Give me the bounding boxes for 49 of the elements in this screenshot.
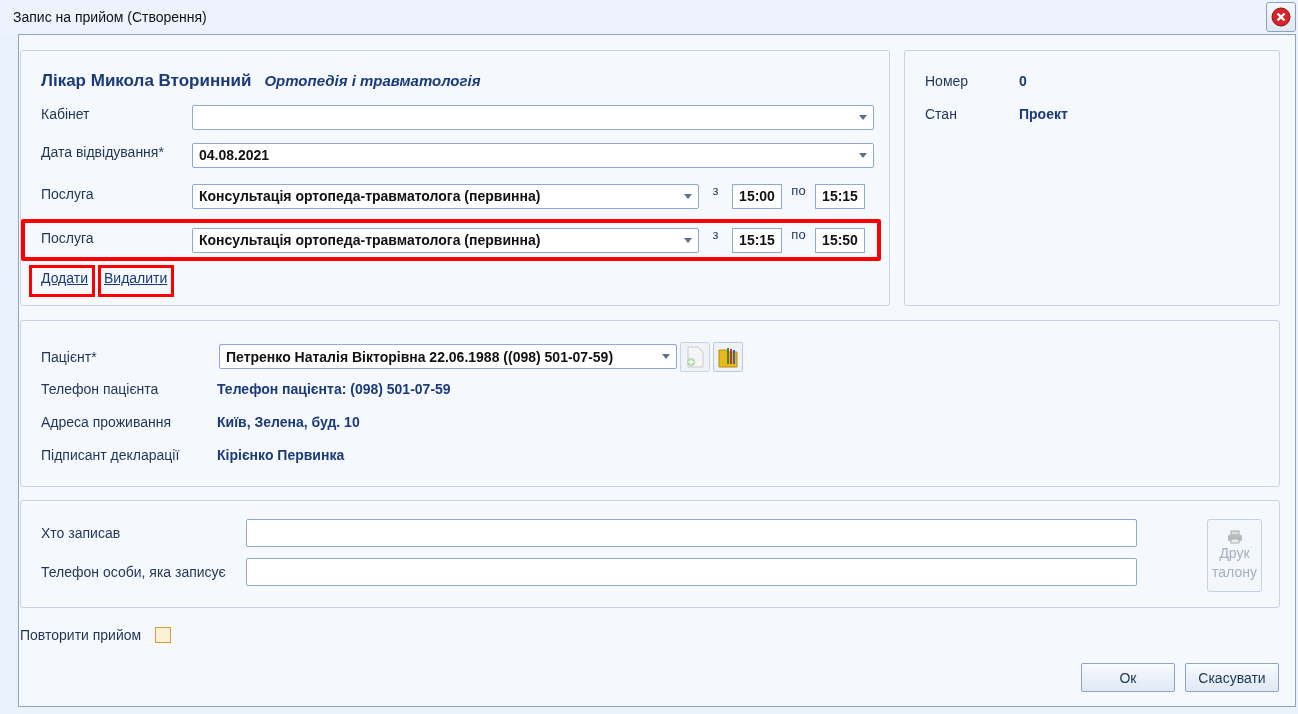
field-label: Підписант декларації: [41, 446, 181, 463]
field-value: Телефон пацієнта: (098) 501-07-59: [217, 380, 451, 397]
dropdown-field[interactable]: [192, 104, 874, 130]
folder-icon[interactable]: [713, 341, 743, 372]
cancel-button[interactable]: Скасувати: [1185, 663, 1279, 692]
link[interactable]: Додати: [41, 270, 88, 286]
field-label: Адреса проживання: [41, 413, 173, 430]
checkbox[interactable]: [155, 627, 172, 643]
specialty-text: Ортопедія і травматологія: [264, 72, 481, 89]
time-label: по: [790, 182, 807, 198]
field-value: Кірієнко Первинка: [217, 446, 345, 463]
service-dropdown[interactable]: Консультація ортопеда-травматолога (первинна): [192, 227, 699, 253]
info-value: Проект: [1019, 106, 1068, 124]
info-label: Номер: [925, 73, 970, 91]
info-value: 0: [1019, 73, 1027, 91]
field-label: Дата відвідування*: [41, 143, 165, 160]
info-label: Стан: [925, 106, 958, 124]
field-label: Телефон особи, яка записує: [41, 564, 227, 580]
ok-button[interactable]: Ок: [1081, 663, 1175, 692]
field-label: Телефон пацієнта: [41, 380, 160, 397]
text-field[interactable]: [246, 558, 1137, 586]
patient-dropdown[interactable]: Петренко Наталія Вікторівна 22.06.1988 ((098) 501-07-59): [219, 344, 677, 369]
close-button[interactable]: [1266, 2, 1296, 32]
caret-icon: [662, 354, 670, 359]
field-value: Київ, Зелена, буд. 10: [217, 413, 360, 430]
field-label: Хто записав: [41, 525, 122, 541]
field-label: Послуга: [41, 229, 95, 246]
time-label: з: [711, 226, 720, 242]
caret-icon: [684, 193, 692, 199]
time-field[interactable]: 15:15: [732, 227, 782, 253]
caret-icon: [684, 237, 692, 243]
printer-icon: [1226, 529, 1243, 544]
dropdown-field[interactable]: 04.08.2021: [192, 142, 874, 168]
text-field[interactable]: [246, 519, 1137, 547]
doctor-name: Лікар Микола Вторинний: [41, 71, 252, 91]
service-dropdown[interactable]: Консультація ортопеда-травматолога (первинна): [192, 183, 699, 209]
field-label: Кабінет: [41, 105, 91, 122]
time-field[interactable]: 15:00: [732, 183, 782, 209]
caret-icon: [859, 114, 867, 120]
checkbox-label: Повторити прийом: [20, 627, 142, 643]
time-field[interactable]: 15:15: [815, 183, 865, 209]
window-title: Запис на прийом (Створення): [13, 9, 207, 25]
link[interactable]: Видалити: [104, 270, 168, 286]
time-label: по: [790, 226, 807, 242]
time-label: з: [711, 182, 720, 198]
caret-icon: [859, 152, 867, 158]
field-label: Пацієнт*: [41, 348, 98, 365]
field-label: Послуга: [41, 185, 95, 202]
time-field[interactable]: 15:50: [815, 227, 865, 253]
